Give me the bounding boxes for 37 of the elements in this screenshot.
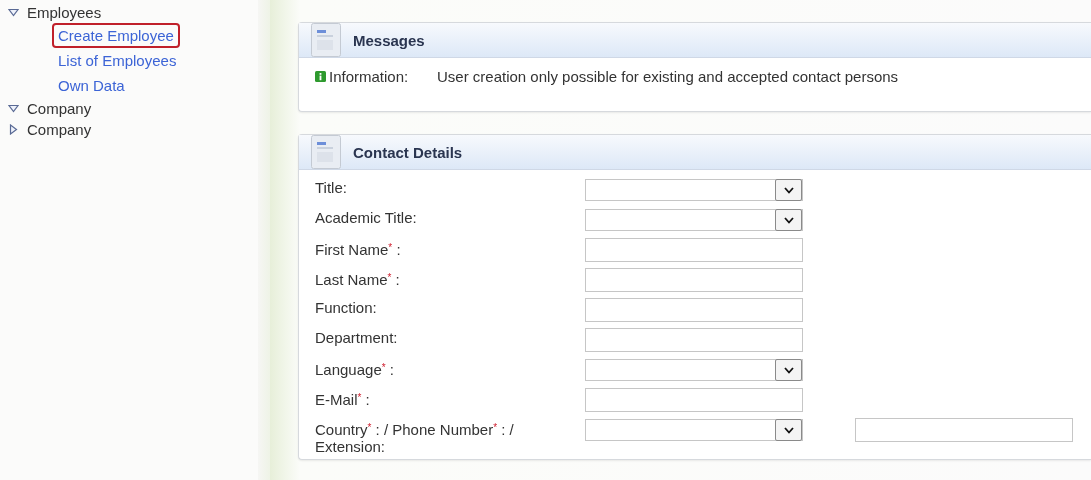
input-field[interactable] [585, 388, 803, 412]
tree-link[interactable]: Own Data [52, 73, 131, 98]
dropdown[interactable] [585, 209, 803, 231]
message-type: Information: [329, 68, 410, 85]
expanded-triangle-icon [8, 7, 19, 18]
chevron-down-icon [775, 419, 802, 441]
chevron-down-icon [775, 179, 802, 201]
dropdown[interactable] [585, 419, 803, 441]
input-field[interactable] [585, 268, 803, 292]
field-label: Last Name$^{*}$ : [315, 270, 401, 288]
field-label: Country$^{*}$ : / Phone Number$^{*}$ : / Extension: [315, 420, 515, 455]
chevron-down-icon [775, 359, 802, 381]
collapsed-triangle-icon [8, 124, 19, 135]
field-label: Title: [315, 178, 348, 196]
input-field[interactable] [585, 298, 803, 322]
field-label: Language$^{*}$ : [315, 360, 395, 378]
field-label: E-Mail$^{*}$ : [315, 390, 371, 408]
panel-title: Contact Details [353, 143, 463, 161]
tree-item[interactable]: Company [4, 119, 92, 140]
input-field[interactable] [855, 418, 1073, 442]
field-label: Department: [315, 328, 399, 346]
tree-link[interactable]: List of Employees [52, 48, 183, 73]
tree-link[interactable]: Create Employee [52, 23, 180, 48]
field-label: Academic Title: [315, 208, 418, 226]
field-label: Function: [315, 298, 378, 316]
message-text: User creation only possible for existing and accepted contact persons [437, 68, 899, 85]
info-icon [315, 71, 326, 82]
expanded-triangle-icon [8, 103, 19, 114]
chevron-down-icon [775, 209, 802, 231]
panel-title: Messages [353, 31, 425, 49]
tree-item[interactable]: Employees [4, 2, 102, 23]
input-field[interactable] [585, 328, 803, 352]
field-label: First Name$^{*}$ : [315, 240, 402, 258]
dropdown[interactable] [585, 359, 803, 381]
tree-item[interactable]: Company [4, 98, 92, 119]
input-field[interactable] [585, 238, 803, 262]
dropdown[interactable] [585, 179, 803, 201]
